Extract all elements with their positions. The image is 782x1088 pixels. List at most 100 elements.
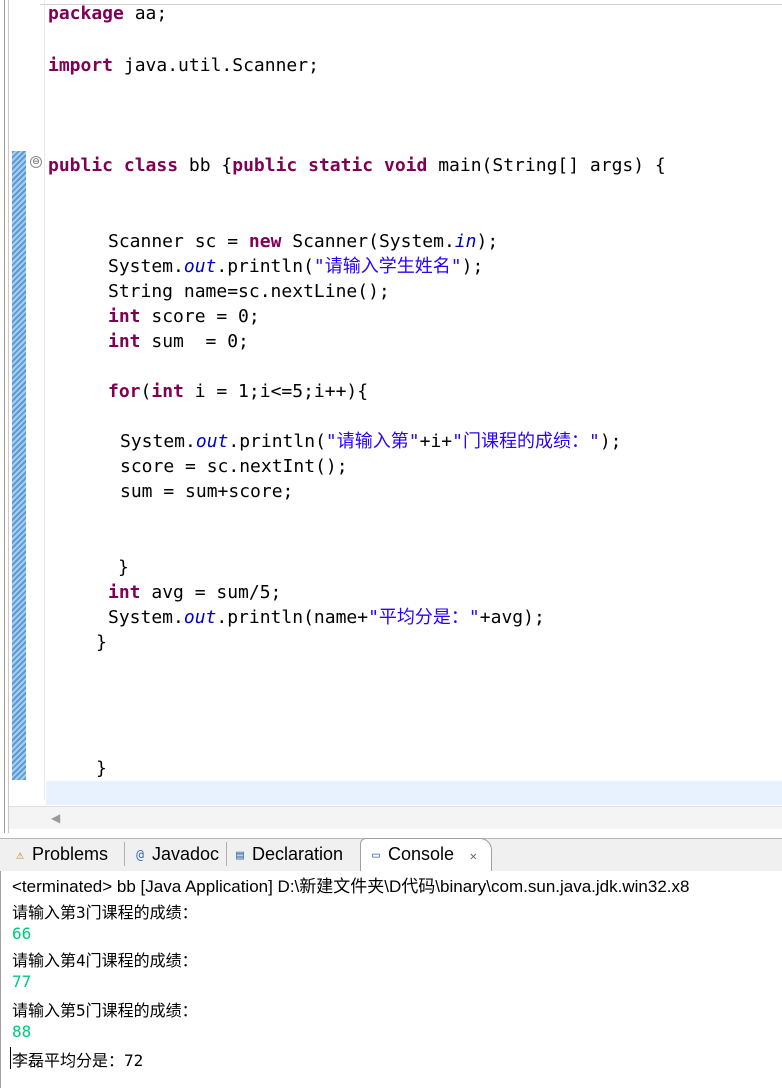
tab-label: Declaration [252, 844, 344, 864]
code-text: .println( [228, 431, 326, 452]
tab-javadoc[interactable]: @ Javadoc [128, 840, 219, 868]
keyword: for [108, 381, 141, 402]
text-cursor [10, 1047, 11, 1069]
console-output-line: 请输入第3门课程的成绩： [12, 903, 198, 922]
code-line-main-close[interactable]: } [96, 632, 107, 654]
console-icon: ▭ [372, 847, 380, 863]
code-text: ); [476, 231, 499, 252]
code-text: score = 0; [140, 306, 260, 327]
code-text: Scanner(System. [281, 231, 455, 252]
console-output-line: 请输入第4门课程的成绩： [12, 951, 198, 970]
string-literal: "平均分是：" [368, 607, 480, 628]
code-line-class-decl[interactable]: public class bb {public static void main… [48, 155, 666, 177]
code-line-nextint[interactable]: score = sc.nextInt(); [120, 456, 348, 478]
code-editor[interactable]: ⊖ package aa; import java.util.Scanner; … [0, 0, 782, 833]
close-icon[interactable]: ✕ [470, 849, 477, 863]
current-line-highlight [46, 781, 782, 805]
keyword: package [48, 3, 124, 24]
gutter-divider [44, 0, 45, 800]
console-input-line: 77 [12, 972, 32, 991]
keyword: import [48, 55, 114, 76]
code-line-accumulate[interactable]: sum = sum+score; [120, 481, 293, 503]
keyword: void [384, 155, 428, 176]
tab-console[interactable]: ▭ Console ✕ [364, 840, 477, 868]
console-input-line: 88 [12, 1022, 32, 1041]
code-line-scanner[interactable]: Scanner sc = new Scanner(System.in); [108, 231, 498, 253]
tab-label: Problems [32, 844, 109, 864]
code-line-score[interactable]: int score = 0; [108, 306, 260, 328]
code-line-avg[interactable]: int avg = sum/5; [108, 582, 281, 604]
string-literal: "门课程的成绩：" [452, 431, 600, 452]
keyword: new [248, 231, 282, 252]
keyword: class [123, 155, 179, 176]
code-text: main(String[] args) { [427, 155, 666, 176]
code-text: avg = sum/5; [140, 582, 282, 603]
console-input-line: 66 [12, 924, 32, 943]
string-literal: "请输入第" [325, 431, 420, 452]
code-text: sum = sum+score; [120, 481, 294, 502]
code-text: System. [108, 607, 184, 628]
keyword: public [232, 155, 298, 176]
code-line-for[interactable]: for(int i = 1;i<=5;i++){ [108, 381, 368, 403]
static-field: in [454, 231, 477, 252]
console-output-line: 李磊平均分是：72 [12, 1051, 144, 1070]
code-text: } [96, 758, 107, 779]
string-literal: "请输入学生姓名" [313, 256, 462, 277]
declaration-icon: ▤ [236, 847, 244, 863]
code-line-sum[interactable]: int sum = 0; [108, 331, 249, 353]
code-text: +avg); [479, 607, 545, 628]
code-text: String name=sc.nextLine(); [108, 281, 390, 302]
keyword: int [108, 331, 141, 352]
code-text: ( [140, 381, 152, 402]
console-header: <terminated> bb [Java Application] D:\新建… [12, 877, 690, 896]
code-text: bb { [178, 155, 233, 176]
tab-problems[interactable]: ⚠ Problems [8, 840, 108, 868]
code-text: System. [108, 256, 184, 277]
code-text: score = sc.nextInt(); [120, 456, 348, 477]
keyword: int [108, 306, 141, 327]
tab-label: Javadoc [152, 844, 220, 864]
change-ruler-marker [12, 151, 26, 780]
editor-left-border [4, 0, 5, 833]
tab-separator [226, 842, 227, 866]
code-text: i = 1;i<=5;i++){ [183, 381, 369, 402]
editor-left-border-inner [8, 0, 9, 833]
code-text: aa; [123, 3, 168, 24]
keyword: int [108, 582, 141, 603]
code-text: sum = 0; [140, 331, 249, 352]
keyword: int [151, 381, 184, 402]
at-icon: @ [136, 847, 144, 863]
code-text: Scanner sc = [108, 231, 249, 252]
static-field: out [183, 256, 217, 277]
code-line-import[interactable]: import java.util.Scanner; [48, 55, 319, 77]
code-line-for-close[interactable]: } [118, 557, 129, 579]
code-text: .println(name+ [216, 607, 369, 628]
fold-collapse-icon[interactable]: ⊖ [30, 156, 42, 168]
static-field: out [195, 431, 229, 452]
tab-label: Console [388, 844, 455, 864]
code-line-class-close[interactable]: } [96, 758, 107, 780]
tab-declaration[interactable]: ▤ Declaration [228, 840, 343, 868]
code-line-println-prompt[interactable]: System.out.println("请输入第"+i+"门课程的成绩："); [120, 431, 622, 453]
code-text: } [118, 557, 129, 578]
code-text: } [96, 632, 107, 653]
static-field: out [183, 607, 217, 628]
code-text: System. [120, 431, 196, 452]
code-line-nextline[interactable]: String name=sc.nextLine(); [108, 281, 390, 303]
problems-icon: ⚠ [16, 847, 24, 863]
scroll-left-arrow-icon[interactable]: ◀ [51, 811, 60, 825]
console-output-line: 请输入第5门课程的成绩： [12, 1001, 198, 1020]
tab-separator [124, 842, 125, 866]
code-text: ); [461, 256, 484, 277]
code-line-package[interactable]: package aa; [48, 3, 167, 25]
code-text: +i+ [419, 431, 453, 452]
code-line-println-name[interactable]: System.out.println("请输入学生姓名"); [108, 256, 483, 278]
keyword: public [48, 155, 114, 176]
keyword: static [308, 155, 374, 176]
horizontal-scrollbar[interactable]: ◀ [9, 806, 782, 829]
code-text: .println( [216, 256, 314, 277]
code-line-println-avg[interactable]: System.out.println(name+"平均分是："+avg); [108, 607, 545, 629]
